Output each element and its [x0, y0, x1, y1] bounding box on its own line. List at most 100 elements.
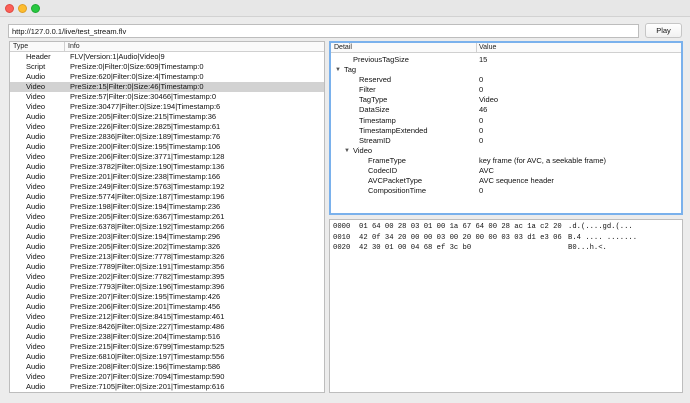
info-cell: PreSize:207|Filter:0|Size:7094|Timestamp…	[70, 372, 225, 381]
column-divider[interactable]	[476, 43, 477, 53]
info-cell: PreSize:0|Filter:0|Size:609|Timestamp:0	[70, 62, 204, 71]
table-row[interactable]: Video PreSize:206|Filter:0|Size:3771|Time…	[10, 152, 324, 162]
type-cell: Video	[26, 182, 46, 191]
detail-key: Tag	[344, 65, 357, 75]
zoom-window-button[interactable]	[31, 4, 40, 13]
value-column-header[interactable]: Value	[479, 44, 496, 51]
table-row[interactable]: Audio PreSize:207|Filter:0|Size:195|Times…	[10, 292, 324, 302]
detail-key: StreamID	[359, 135, 391, 145]
type-cell: Video	[26, 252, 46, 261]
info-cell: PreSize:7789|Filter:0|Size:191|Timestamp…	[70, 262, 225, 271]
info-cell: PreSize:3782|Filter:0|Size:190|Timestamp…	[70, 162, 225, 171]
table-row[interactable]: Video PreSize:207|Filter:0|Size:7094|Time…	[10, 372, 324, 382]
table-row[interactable]: Video PreSize:205|Filter:0|Size:6367|Time…	[10, 212, 324, 222]
type-cell: Audio	[26, 282, 46, 291]
table-row[interactable]: Audio PreSize:205|Filter:0|Size:215|Times…	[10, 112, 324, 122]
play-button[interactable]: Play	[645, 23, 682, 38]
detail-value: AVC	[479, 166, 494, 176]
table-row[interactable]: Audio PreSize:3782|Filter:0|Size:190|Time…	[10, 162, 324, 172]
table-row[interactable]: Video PreSize:212|Filter:0|Size:8415|Time…	[10, 312, 324, 322]
info-cell: PreSize:249|Filter:0|Size:5763|Timestamp…	[70, 182, 225, 191]
table-row[interactable]: Video PreSize:249|Filter:0|Size:5763|Time…	[10, 182, 324, 192]
table-row[interactable]: Audio PreSize:200|Filter:0|Size:195|Times…	[10, 142, 324, 152]
close-window-button[interactable]	[5, 4, 14, 13]
table-row[interactable]: Video PreSize:57|Filter:0|Size:30466|Time…	[10, 92, 324, 102]
detail-value: AVC sequence header	[479, 176, 554, 186]
table-row[interactable]: Video PreSize:30477|Filter:0|Size:194|Tim…	[10, 102, 324, 112]
detail-value: 0	[479, 125, 484, 135]
detail-key: Filter	[359, 85, 376, 95]
detail-row[interactable]: ▼ Video	[331, 146, 681, 156]
detail-row[interactable]: AVCPacketType AVC sequence header	[331, 176, 681, 186]
table-row[interactable]: Audio PreSize:208|Filter:0|Size:196|Times…	[10, 362, 324, 372]
type-cell: Video	[26, 342, 46, 351]
hex-line[interactable]: 0010 42 0f 34 20 00 00 03 00 20 00 00 03 …	[330, 233, 682, 244]
disclosure-triangle-icon[interactable]: ▼	[335, 65, 341, 75]
table-row[interactable]: Video PreSize:215|Filter:0|Size:6799|Time…	[10, 342, 324, 352]
table-row[interactable]: Audio PreSize:2836|Filter:0|Size:189|Time…	[10, 132, 324, 142]
table-row[interactable]: Audio PreSize:6378|Filter:0|Size:192|Time…	[10, 222, 324, 232]
detail-row[interactable]: CompositionTime 0	[331, 186, 681, 196]
minimize-window-button[interactable]	[18, 4, 27, 13]
info-cell: PreSize:5774|Filter:0|Size:187|Timestamp…	[70, 192, 225, 201]
detail-row[interactable]: Timestamp 0	[331, 116, 681, 126]
detail-panel[interactable]: Detail Value PreviousTagSize 15 ▼ Tag Reserv…	[329, 41, 683, 215]
table-row[interactable]: Audio PreSize:205|Filter:0|Size:202|Times…	[10, 242, 324, 252]
table-row[interactable]: Audio PreSize:7793|Filter:0|Size:196|Time…	[10, 282, 324, 292]
info-cell: PreSize:215|Filter:0|Size:6799|Timestamp…	[70, 342, 225, 351]
type-column-header[interactable]: Type	[13, 43, 28, 50]
table-row[interactable]: Audio PreSize:198|Filter:0|Size:194|Times…	[10, 202, 324, 212]
detail-row[interactable]: DataSize 46	[331, 105, 681, 115]
table-row[interactable]: Script PreSize:0|Filter:0|Size:609|Timest…	[10, 62, 324, 72]
table-row[interactable]: Audio PreSize:206|Filter:0|Size:201|Times…	[10, 302, 324, 312]
info-cell: PreSize:8426|Filter:0|Size:227|Timestamp…	[70, 322, 225, 331]
info-cell: PreSize:6378|Filter:0|Size:192|Timestamp…	[70, 222, 225, 231]
detail-row[interactable]: FrameType key frame (for AVC, a seekable …	[331, 156, 681, 166]
detail-row[interactable]: Reserved 0	[331, 75, 681, 85]
detail-row[interactable]: PreviousTagSize 15	[331, 55, 681, 65]
info-cell: PreSize:206|Filter:0|Size:3771|Timestamp…	[70, 152, 225, 161]
table-row[interactable]: Audio PreSize:201|Filter:0|Size:238|Times…	[10, 172, 324, 182]
disclosure-triangle-icon[interactable]: ▼	[344, 146, 350, 156]
info-cell: PreSize:7105|Filter:0|Size:201|Timestamp…	[70, 382, 225, 391]
detail-value: 0	[479, 115, 484, 125]
detail-value: 15	[479, 55, 488, 64]
hex-line[interactable]: 0020 42 30 01 00 04 68 ef 3c b0 B0...h.<.	[330, 243, 682, 254]
type-cell: Script	[26, 62, 46, 71]
table-row[interactable]: Video PreSize:213|Filter:0|Size:7778|Time…	[10, 252, 324, 262]
detail-row[interactable]: TimestampExtended 0	[331, 126, 681, 136]
detail-column-header[interactable]: Detail	[334, 44, 352, 51]
table-row[interactable]: Audio PreSize:5774|Filter:0|Size:187|Time…	[10, 192, 324, 202]
detail-key: FrameType	[368, 155, 406, 165]
table-row[interactable]: Video PreSize:202|Filter:0|Size:7782|Time…	[10, 272, 324, 282]
table-row[interactable]: Audio PreSize:238|Filter:0|Size:204|Times…	[10, 332, 324, 342]
tag-list-panel[interactable]: Type Info Header FLV|Version:1|Audio|Vide…	[9, 41, 325, 393]
detail-value: Video	[479, 95, 499, 105]
type-cell: Video	[26, 102, 46, 111]
hex-bytes: 01 64 00 28 03 01 00 1a 67 64 00 28 ac 1…	[359, 223, 562, 231]
table-row[interactable]: Audio PreSize:620|Filter:0|Size:4|Timesta…	[10, 72, 324, 82]
table-row[interactable]: Audio PreSize:7105|Filter:0|Size:201|Time…	[10, 382, 324, 392]
detail-row[interactable]: CodecID AVC	[331, 166, 681, 176]
table-row[interactable]: Header FLV|Version:1|Audio|Video|9	[10, 52, 324, 62]
column-divider[interactable]	[64, 42, 65, 52]
hex-line[interactable]: 0000 01 64 00 28 03 01 00 1a 67 64 00 28 …	[330, 222, 682, 233]
table-row[interactable]: Audio PreSize:6810|Filter:0|Size:197|Time…	[10, 352, 324, 362]
table-row[interactable]: Audio PreSize:7789|Filter:0|Size:191|Time…	[10, 262, 324, 272]
detail-key: Timestamp	[359, 115, 396, 125]
table-row[interactable]: Video PreSize:226|Filter:0|Size:2825|Time…	[10, 122, 324, 132]
table-row[interactable]: Audio PreSize:8426|Filter:0|Size:227|Time…	[10, 322, 324, 332]
table-row[interactable]: Video PreSize:15|Filter:0|Size:46|Timesta…	[10, 82, 324, 92]
detail-tree: PreviousTagSize 15 ▼ Tag Reserved 0 Filter 0 Tag…	[331, 55, 681, 196]
detail-row[interactable]: Filter 0	[331, 85, 681, 95]
info-cell: PreSize:203|Filter:0|Size:194|Timestamp:…	[70, 232, 221, 241]
detail-row[interactable]: TagType Video	[331, 95, 681, 105]
tag-list-header: Type Info	[10, 42, 324, 52]
detail-row[interactable]: StreamID 0	[331, 136, 681, 146]
info-column-header[interactable]: Info	[68, 43, 80, 50]
detail-row[interactable]: ▼ Tag	[331, 65, 681, 75]
url-input[interactable]	[8, 24, 639, 38]
hex-dump-panel[interactable]: 0000 01 64 00 28 03 01 00 1a 67 64 00 28 …	[329, 219, 683, 393]
table-row[interactable]: Audio PreSize:203|Filter:0|Size:194|Times…	[10, 232, 324, 242]
type-cell: Audio	[26, 352, 46, 361]
